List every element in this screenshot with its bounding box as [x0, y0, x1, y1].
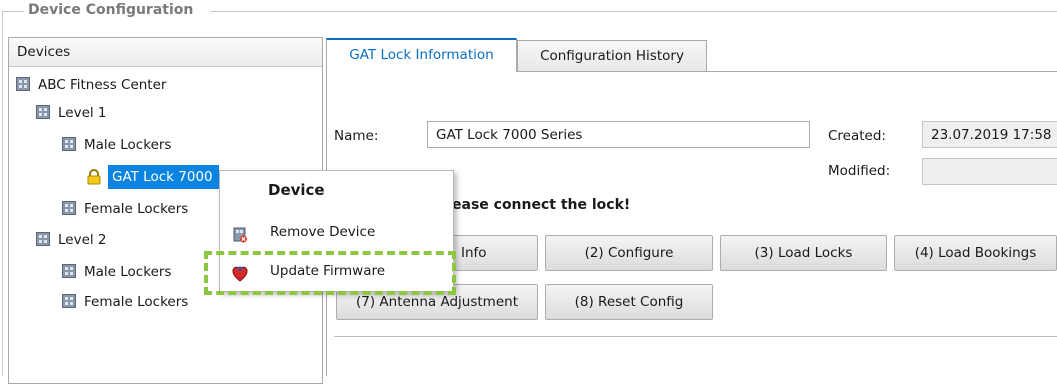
remove-device-icon [232, 224, 248, 243]
tree-item-label: Level 2 [58, 232, 107, 248]
tree-item-label: GAT Lock 7000 [108, 165, 219, 189]
tab-configuration-history[interactable]: Configuration History [517, 40, 707, 71]
building-icon [62, 294, 78, 310]
tree-item-label: Male Lockers [84, 137, 172, 153]
created-label: Created: [828, 128, 886, 144]
building-icon [36, 232, 52, 248]
created-field[interactable]: 23.07.2019 17:58 [922, 121, 1057, 148]
group-frame-top-right [210, 11, 1057, 12]
configure-button-label: (2) Configure [584, 245, 674, 261]
load-locks-button-label: (3) Load Locks [754, 245, 853, 261]
antenna-button-label: (7) Antenna Adjustment [356, 294, 518, 310]
remove-device-menu-item[interactable]: Remove Device [220, 217, 453, 247]
building-icon [62, 201, 78, 217]
group-frame-top-left [2, 11, 24, 12]
configure-button[interactable]: (2) Configure [545, 235, 713, 271]
name-label: Name: [334, 128, 379, 144]
section-divider [334, 336, 1057, 337]
tab-gat-lock-information[interactable]: GAT Lock Information [326, 38, 517, 72]
devices-header-label: Devices [17, 44, 71, 60]
tree-item-label: Level 1 [58, 105, 107, 121]
load-bookings-button-label: (4) Load Bookings [914, 245, 1037, 261]
load-bookings-button[interactable]: (4) Load Bookings [894, 235, 1057, 271]
context-menu-title: Device [268, 181, 325, 199]
remove-device-label: Remove Device [270, 224, 376, 240]
tree-item-label: ABC Fitness Center [38, 77, 167, 93]
highlight-frame [204, 251, 456, 295]
info-button-label: Info [461, 245, 487, 261]
status-message: ease connect the lock! [452, 197, 631, 213]
reset-button-label: (8) Reset Config [574, 294, 684, 310]
tab-label: Configuration History [540, 48, 684, 64]
group-frame-left [2, 11, 3, 376]
modified-field[interactable] [922, 158, 1057, 185]
devices-header: Devices [9, 38, 322, 67]
modified-label: Modified: [828, 163, 891, 179]
building-icon [62, 264, 78, 280]
reset-config-button[interactable]: (8) Reset Config [545, 284, 713, 320]
building-icon [62, 137, 78, 153]
tree-item-label: Female Lockers [84, 294, 189, 310]
building-icon [36, 105, 52, 121]
name-field[interactable]: GAT Lock 7000 Series [427, 121, 810, 148]
lock-icon [86, 169, 102, 185]
tab-label: GAT Lock Information [349, 47, 494, 63]
tree-item-label: Male Lockers [84, 264, 172, 280]
load-locks-button[interactable]: (3) Load Locks [720, 235, 887, 271]
group-title: Device Configuration [24, 2, 200, 18]
building-icon [16, 77, 32, 93]
tree-item-label: Female Lockers [84, 201, 189, 217]
